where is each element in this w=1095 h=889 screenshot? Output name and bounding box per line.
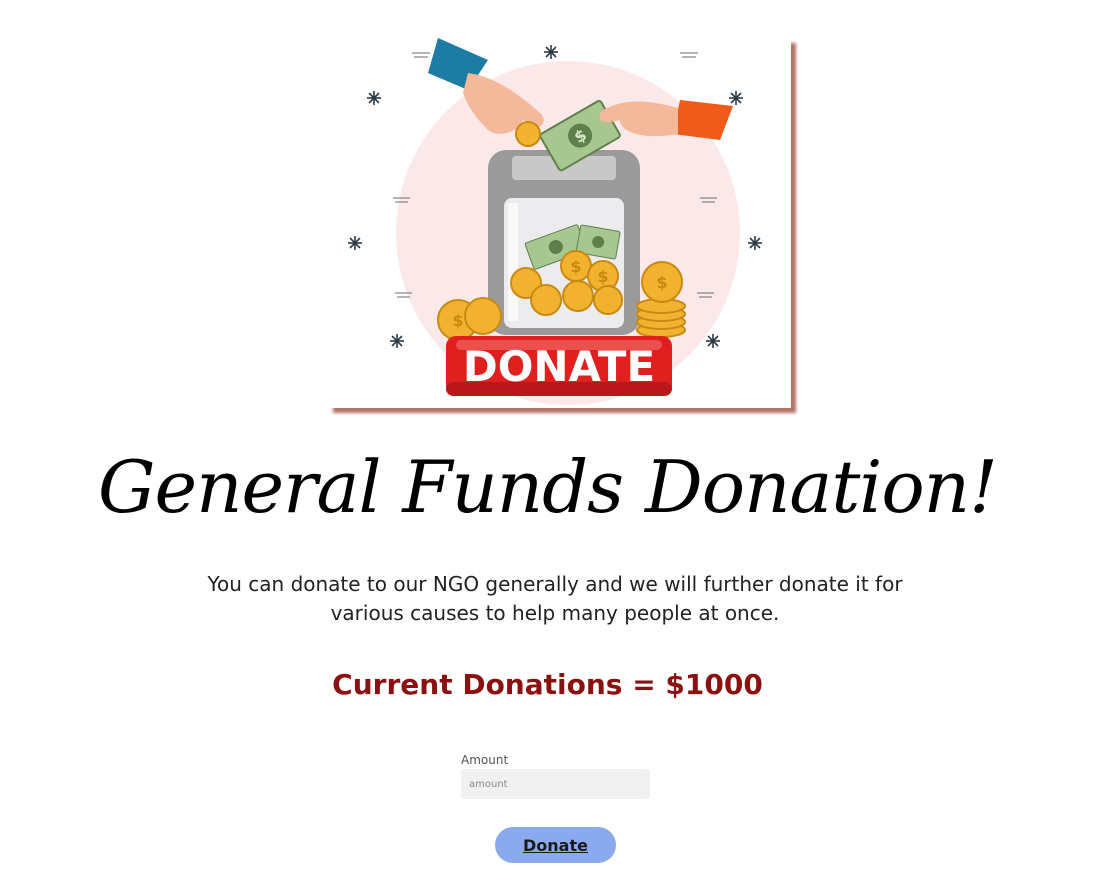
donate-button[interactable]: Donate bbox=[495, 827, 616, 863]
page-title: General Funds Donation! bbox=[98, 445, 998, 529]
page-description: You can donate to our NGO generally and … bbox=[207, 572, 903, 625]
current-donations: Current Donations = $1000 bbox=[332, 668, 763, 701]
svg-text:$: $ bbox=[597, 267, 608, 286]
donation-box-illustration: $$$$ $ DONATE bbox=[348, 38, 762, 405]
donate-badge-text: DONATE bbox=[463, 342, 655, 391]
svg-text:$: $ bbox=[570, 257, 581, 276]
donation-illustration: $ $ $ $ $ DONATE bbox=[328, 38, 791, 408]
svg-text:$: $ bbox=[656, 273, 667, 292]
amount-label: Amount bbox=[461, 753, 509, 767]
svg-text:$: $ bbox=[452, 311, 463, 330]
amount-input[interactable] bbox=[461, 769, 650, 799]
